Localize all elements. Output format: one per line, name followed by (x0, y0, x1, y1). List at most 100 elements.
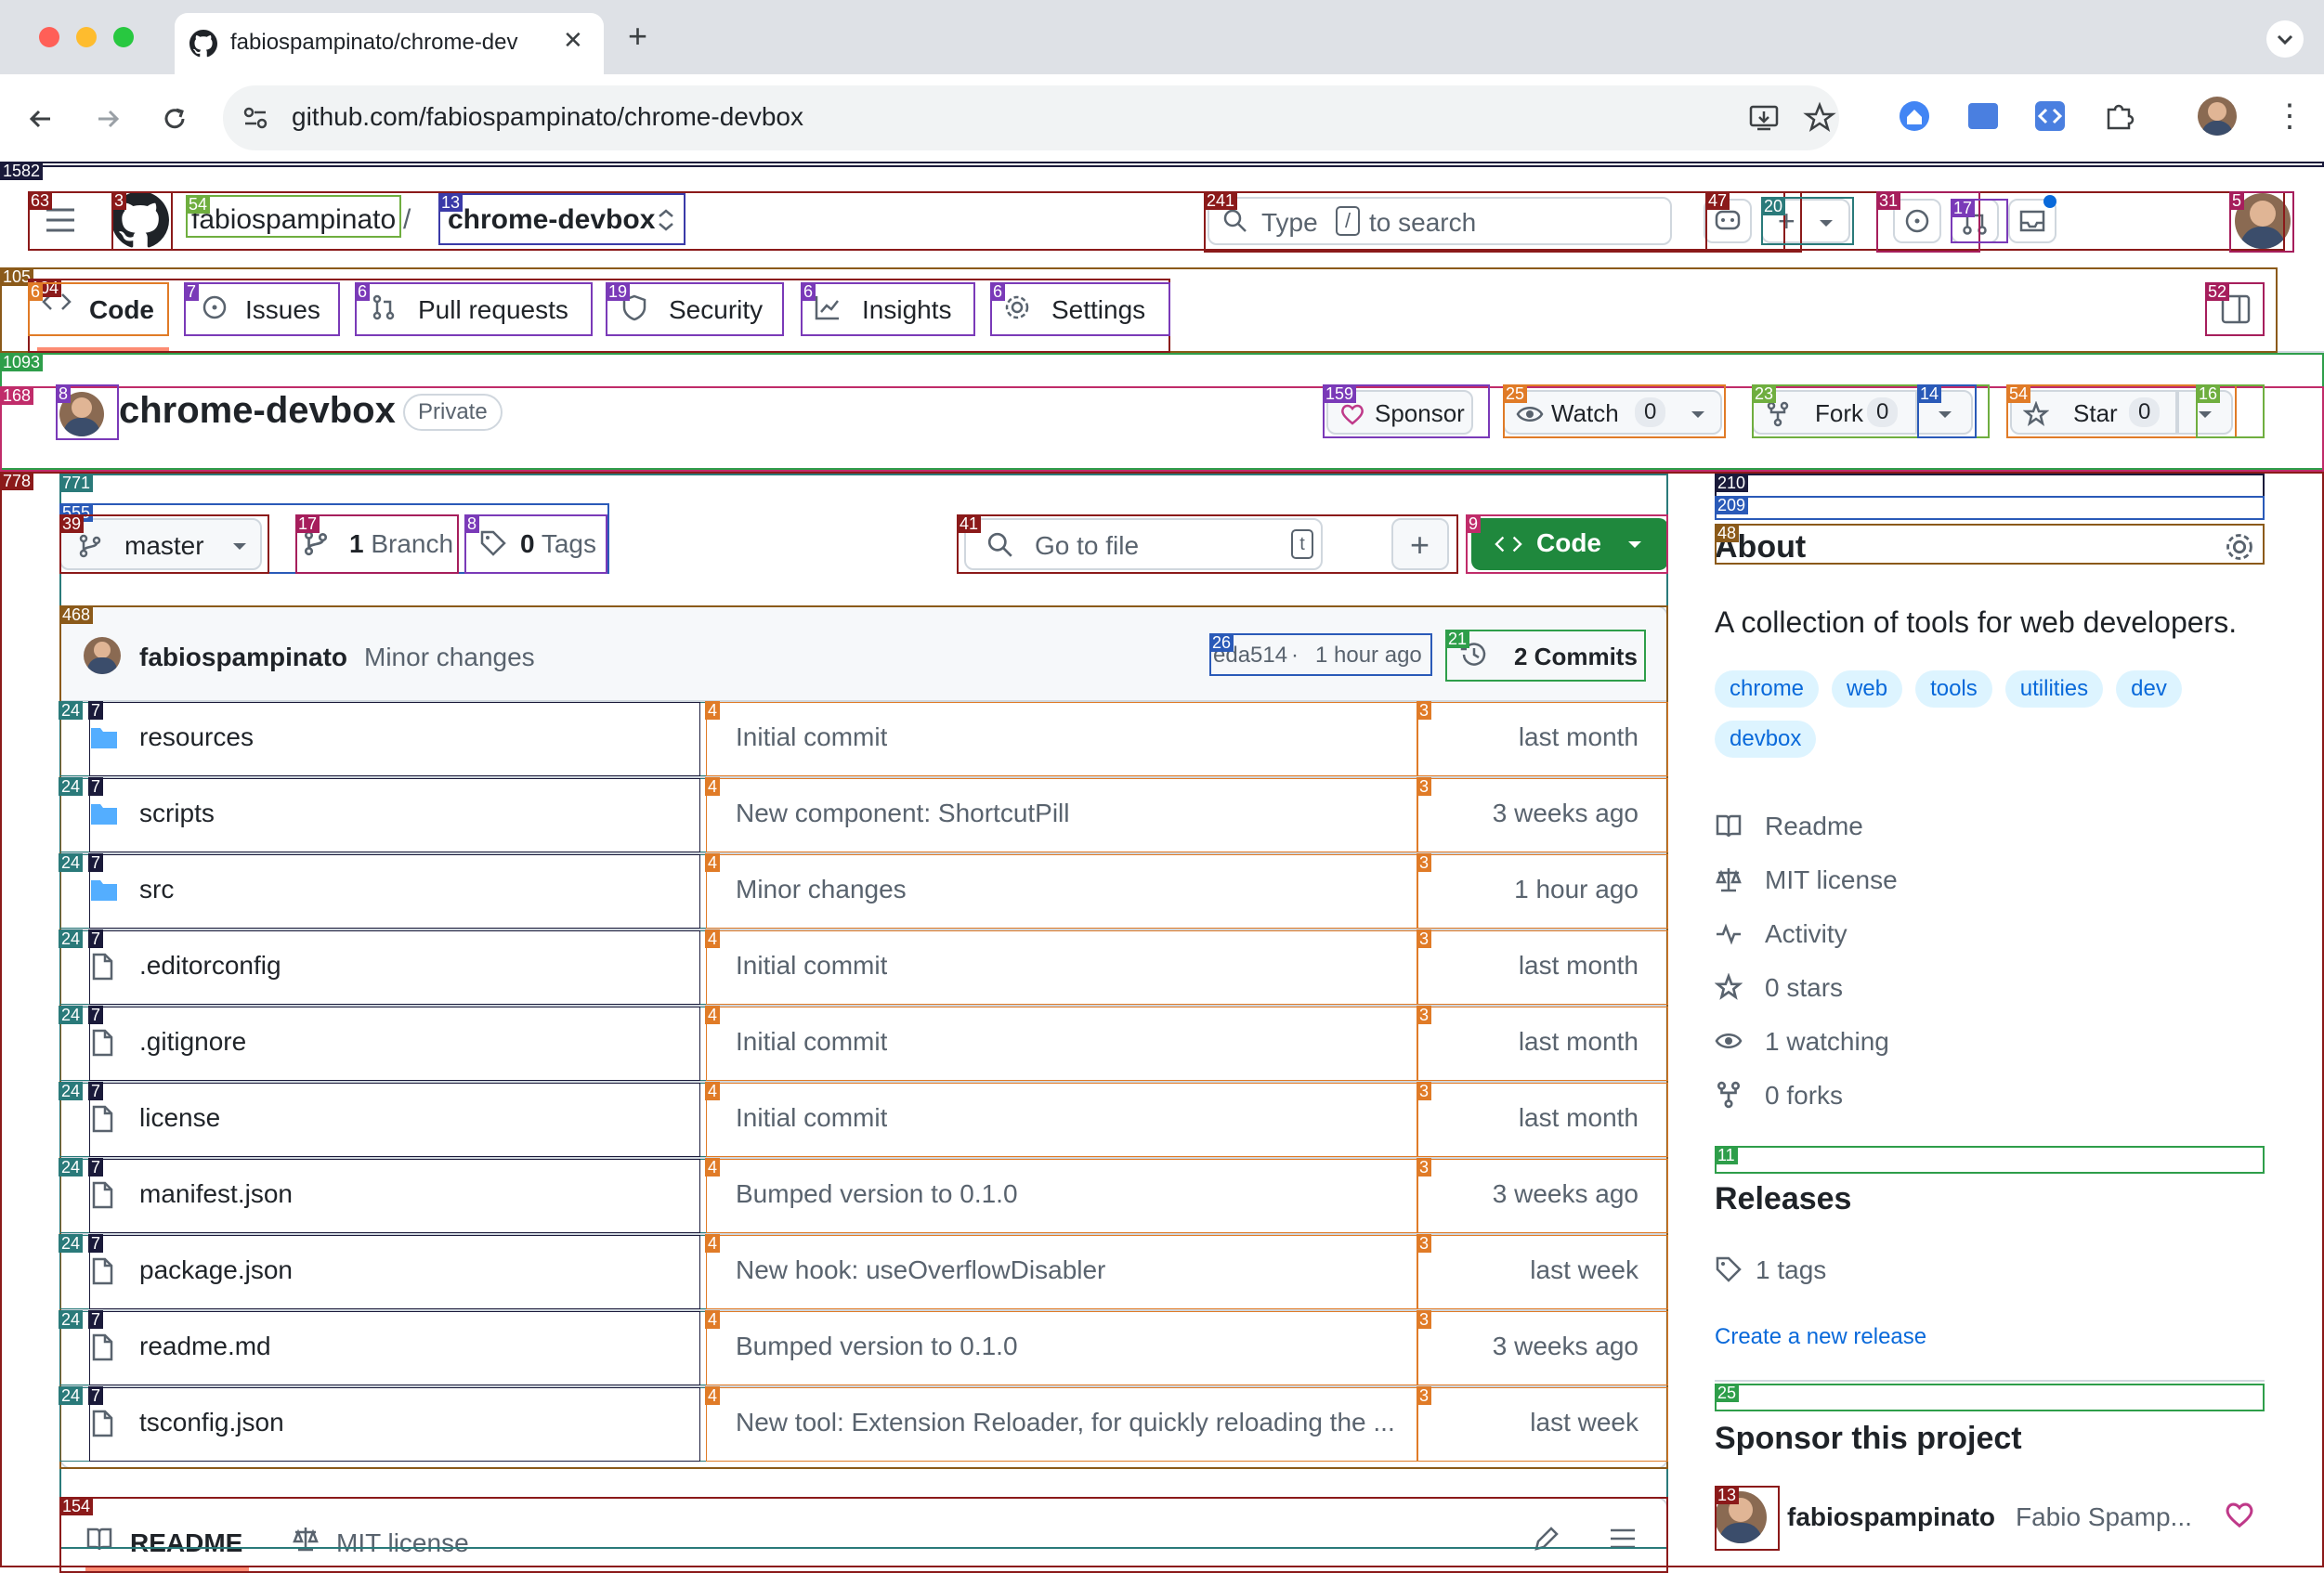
license-tab[interactable]: MIT license (336, 1528, 469, 1558)
edit-about-gear-icon[interactable] (2224, 531, 2255, 563)
edit-readme-icon[interactable] (1531, 1523, 1562, 1554)
user-avatar[interactable] (2235, 193, 2291, 249)
file-name[interactable]: tsconfig.json (139, 1408, 284, 1437)
branch-selector[interactable]: master (59, 518, 262, 570)
table-row[interactable]: .gitignore Initial commit last month (61, 1007, 1666, 1081)
readme-link[interactable]: Readme (1765, 812, 1863, 841)
sidebar-toggle-icon[interactable] (2220, 293, 2252, 325)
fork-menu-button[interactable] (1917, 390, 1973, 435)
topic-devbox[interactable]: devbox (1715, 721, 1817, 758)
topic-utilities[interactable]: utilities (2004, 670, 2104, 708)
topic-dev[interactable]: dev (2116, 670, 2182, 708)
releases-heading[interactable]: Releases (1715, 1181, 1851, 1217)
tab-settings[interactable]: Settings (1051, 295, 1145, 325)
license-link[interactable]: MIT license (1765, 865, 1898, 895)
watch-button[interactable]: Watch 0 (1503, 390, 1722, 435)
extension-folder-icon[interactable] (1965, 98, 2001, 134)
tab-pull-requests[interactable]: Pull requests (418, 295, 568, 325)
file-commit-message[interactable]: Bumped version to 0.1.0 (736, 1179, 1018, 1209)
table-row[interactable]: .editorconfig Initial commit last month (61, 930, 1666, 1005)
topic-web[interactable]: web (1832, 670, 1903, 708)
star-button[interactable]: Star 0 (2010, 390, 2177, 435)
tab-code[interactable]: Code (89, 295, 154, 325)
close-tab-icon[interactable]: ✕ (563, 26, 583, 55)
create-release-link[interactable]: Create a new release (1715, 1324, 1926, 1350)
table-row[interactable]: scripts New component: ShortcutPill 3 week… (61, 778, 1666, 852)
topic-tools[interactable]: tools (1915, 670, 1992, 708)
file-commit-message[interactable]: Initial commit (736, 1027, 887, 1057)
activity-link[interactable]: Activity (1765, 919, 1847, 949)
tab-issues[interactable]: Issues (245, 295, 320, 325)
pull-requests-button[interactable] (1951, 199, 1999, 243)
topic-chrome[interactable]: chrome (1715, 670, 1820, 708)
forward-icon[interactable] (89, 100, 126, 137)
url-text[interactable]: github.com/fabiospampinato/chrome-devbox (292, 102, 803, 132)
file-commit-message[interactable]: Bumped version to 0.1.0 (736, 1332, 1018, 1361)
reload-icon[interactable] (156, 100, 193, 137)
site-settings-icon[interactable] (240, 102, 271, 134)
create-new-button[interactable]: + (1761, 199, 1850, 243)
new-tab-button[interactable]: + (628, 17, 647, 56)
table-row[interactable]: manifest.json Bumped version to 0.1.0 3 we… (61, 1159, 1666, 1233)
commits-link[interactable]: 2 Commits (1514, 643, 1638, 671)
browser-menu-icon[interactable]: ⋮ (2274, 98, 2305, 134)
table-row[interactable]: license Initial commit last month (61, 1083, 1666, 1157)
stars-link[interactable]: 0 stars (1765, 973, 1843, 1003)
file-name[interactable]: .gitignore (139, 1027, 246, 1057)
commit-hash[interactable]: eda514 (1213, 643, 1287, 669)
file-commit-message[interactable]: Initial commit (736, 951, 887, 981)
sponsor-heart-icon[interactable] (2224, 1499, 2255, 1530)
file-name[interactable]: scripts (139, 799, 215, 828)
tab-security[interactable]: Security (669, 295, 763, 325)
browser-tab[interactable]: fabiospampinato/chrome-dev ✕ (175, 13, 604, 74)
tab-search-button[interactable] (2266, 20, 2304, 58)
table-row[interactable]: package.json New hook: useOverflowDisable… (61, 1235, 1666, 1309)
install-app-icon[interactable] (1746, 100, 1782, 136)
tab-insights[interactable]: Insights (862, 295, 952, 325)
file-commit-message[interactable]: New hook: useOverflowDisabler (736, 1255, 1105, 1285)
table-row[interactable]: resources Initial commit last month (61, 702, 1666, 776)
watching-link[interactable]: 1 watching (1765, 1027, 1889, 1057)
extensions-puzzle-icon[interactable] (2101, 98, 2136, 134)
file-name[interactable]: resources (139, 722, 254, 752)
maximize-window-button[interactable] (113, 27, 134, 47)
repo-switcher-icon[interactable] (654, 206, 678, 234)
address-bar[interactable]: github.com/fabiospampinato/chrome-devbox (223, 85, 1839, 150)
file-commit-message[interactable]: Initial commit (736, 1103, 887, 1133)
table-row[interactable]: src Minor changes 1 hour ago (61, 854, 1666, 929)
sponsor-avatar[interactable] (1715, 1491, 1767, 1543)
minimize-window-button[interactable] (76, 27, 97, 47)
tags-link[interactable]: 0 Tags (520, 529, 596, 559)
owner-link[interactable]: fabiospampinato (191, 204, 396, 236)
close-window-button[interactable] (39, 27, 59, 47)
file-commit-message[interactable]: New component: ShortcutPill (736, 799, 1070, 828)
profile-avatar[interactable] (2198, 97, 2237, 136)
file-name[interactable]: src (139, 875, 174, 904)
forks-link[interactable]: 0 forks (1765, 1081, 1843, 1111)
go-to-file-input[interactable]: Go to file t (964, 518, 1323, 570)
extension-home-icon[interactable] (1897, 98, 1932, 134)
table-row[interactable]: readme.md Bumped version to 0.1.0 3 weeks … (61, 1311, 1666, 1385)
star-menu-button[interactable] (2177, 390, 2233, 435)
sponsor-username[interactable]: fabiospampinato (1787, 1502, 1995, 1532)
copilot-button[interactable] (1704, 199, 1752, 243)
commit-message[interactable]: Minor changes (364, 643, 535, 672)
bookmark-star-icon[interactable] (1802, 100, 1837, 136)
sponsor-button[interactable]: Sponsor (1326, 390, 1473, 435)
github-logo-icon[interactable] (111, 191, 169, 249)
file-name[interactable]: package.json (139, 1255, 293, 1285)
file-name[interactable]: license (139, 1103, 220, 1133)
branches-link[interactable]: 1 Branch (349, 529, 453, 559)
hamburger-menu-icon[interactable] (45, 206, 76, 234)
notifications-button[interactable] (2008, 195, 2056, 243)
search-input[interactable]: Type / to search (1208, 197, 1672, 245)
file-commit-message[interactable]: Minor changes (736, 875, 907, 904)
outline-icon[interactable] (1607, 1523, 1639, 1554)
file-name[interactable]: manifest.json (139, 1179, 293, 1209)
file-commit-message[interactable]: New tool: Extension Reloader, for quickl… (736, 1408, 1395, 1437)
issues-button[interactable] (1893, 199, 1941, 243)
back-icon[interactable] (22, 100, 59, 137)
commit-author[interactable]: fabiospampinato (139, 643, 347, 672)
table-row[interactable]: tsconfig.json New tool: Extension Reloade… (61, 1387, 1666, 1462)
repo-link[interactable]: chrome-devbox (448, 204, 655, 236)
